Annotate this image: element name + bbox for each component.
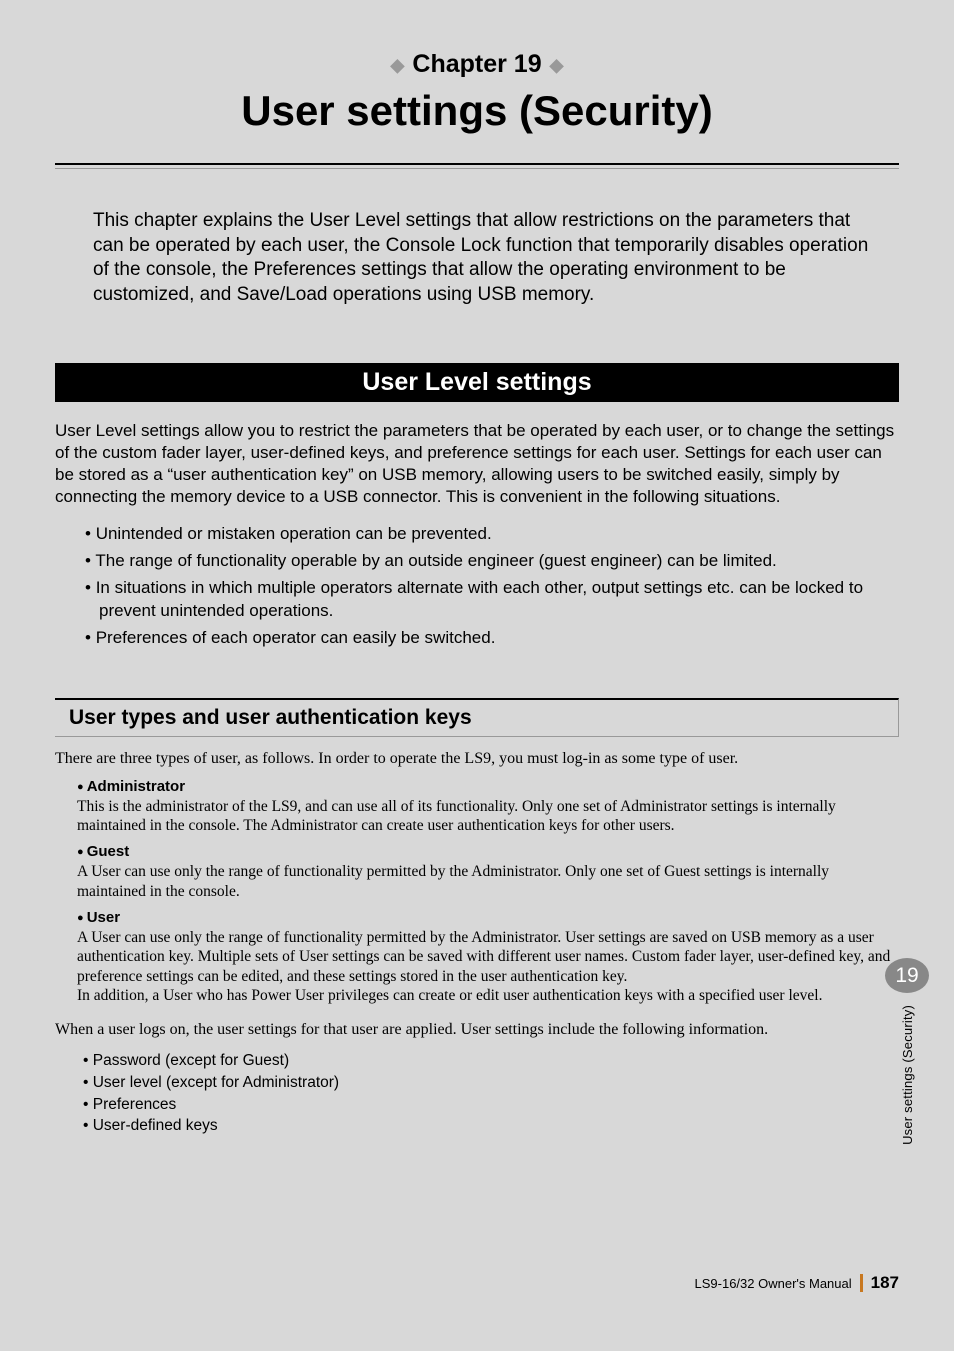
chapter-header: ◆ Chapter 19 ◆ User settings (Security) — [55, 50, 899, 135]
user-type-name: User — [77, 909, 899, 926]
list-item: Password (except for Guest) — [83, 1050, 899, 1072]
page-footer: LS9-16/32 Owner's Manual 187 — [695, 1273, 900, 1293]
user-type-name: Guest — [77, 843, 899, 860]
diamond-icon: ◆ — [550, 56, 564, 74]
chapter-label: Chapter 19 — [412, 50, 541, 79]
list-item: Unintended or mistaken operation can be … — [85, 523, 899, 546]
list-item: User level (except for Administrator) — [83, 1072, 899, 1094]
tab-number: 19 — [885, 958, 929, 993]
list-item: User-defined keys — [83, 1115, 899, 1137]
user-type-desc: A User can use only the range of functio… — [77, 928, 899, 1006]
section-bullets: Unintended or mistaken operation can be … — [85, 523, 899, 650]
intro-paragraph: This chapter explains the User Level set… — [93, 209, 869, 308]
footer-separator — [860, 1274, 863, 1292]
user-type-desc: This is the administrator of the LS9, an… — [77, 797, 899, 836]
chapter-title: User settings (Security) — [55, 87, 899, 135]
page-number: 187 — [871, 1273, 899, 1293]
user-type-user: User A User can use only the range of fu… — [77, 909, 899, 1006]
list-item: In situations in which multiple operator… — [85, 577, 899, 623]
diamond-icon: ◆ — [391, 56, 405, 74]
divider-line — [55, 163, 899, 169]
list-item: The range of functionality operable by a… — [85, 550, 899, 573]
list-item: Preferences of each operator can easily … — [85, 627, 899, 650]
section-intro: User Level settings allow you to restric… — [55, 420, 899, 508]
user-type-guest: Guest A User can use only the range of f… — [77, 843, 899, 901]
section-heading: User Level settings — [55, 363, 899, 402]
user-type-desc: A User can use only the range of functio… — [77, 862, 899, 901]
tab-text: User settings (Security) — [900, 1005, 915, 1145]
user-type-admin: Administrator This is the administrator … — [77, 778, 899, 836]
subsection-after: When a user logs on, the user settings f… — [55, 1020, 899, 1041]
user-type-name: Administrator — [77, 778, 899, 795]
side-tab: 19 User settings (Security) — [885, 958, 929, 1145]
subsection-bullets: Password (except for Guest) User level (… — [83, 1050, 899, 1137]
subsection-heading: User types and user authentication keys — [55, 698, 899, 737]
list-item: Preferences — [83, 1094, 899, 1116]
subsection-intro: There are three types of user, as follow… — [55, 749, 899, 770]
chapter-label-row: ◆ Chapter 19 ◆ — [391, 50, 564, 79]
footer-manual: LS9-16/32 Owner's Manual — [695, 1276, 852, 1291]
